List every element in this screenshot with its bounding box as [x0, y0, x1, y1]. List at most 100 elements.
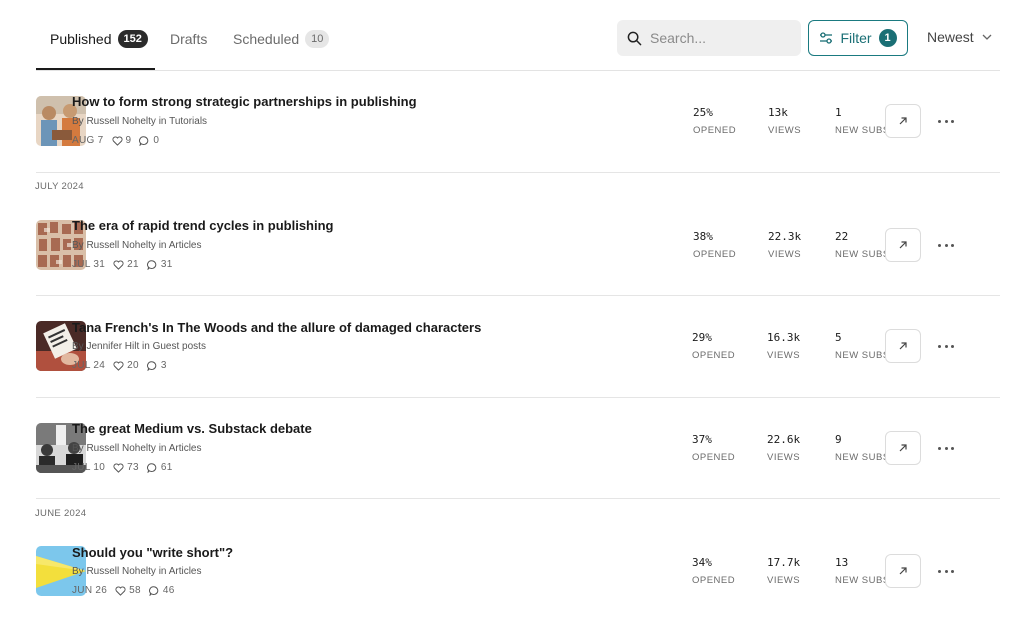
tab-drafts-label: Drafts — [170, 31, 208, 47]
more-options-button[interactable] — [938, 240, 954, 250]
like-count: 20 — [127, 360, 139, 371]
views-count: 13k — [768, 106, 788, 119]
open-post-button[interactable] — [885, 104, 921, 138]
views-label: VIEWS — [768, 125, 802, 136]
search-input[interactable] — [650, 30, 790, 46]
post-meta: JUL 31 21 31 — [72, 259, 173, 270]
post-title[interactable]: The era of rapid trend cycles in publish… — [72, 218, 334, 233]
filter-count-badge: 1 — [878, 29, 897, 47]
tab-scheduled-count: 10 — [305, 30, 330, 48]
opened-label: OPENED — [692, 575, 736, 586]
tab-drafts[interactable]: Drafts — [170, 29, 207, 49]
posts-toolbar: Published 152 Drafts Scheduled 10 Filter… — [36, 0, 1000, 71]
opened-label: OPENED — [692, 350, 736, 361]
post-byline: By Russell Nohelty in Articles — [72, 566, 202, 577]
post-title[interactable]: How to form strong strategic partnership… — [72, 94, 417, 109]
post-title[interactable]: Tana French's In The Woods and the allur… — [72, 320, 481, 335]
views-count: 17.7k — [767, 556, 801, 569]
divider — [36, 172, 1000, 173]
views-label: VIEWS — [767, 452, 801, 463]
views-count: 22.6k — [767, 433, 801, 446]
comment-icon — [139, 135, 149, 146]
new-subs-count: 13 — [835, 556, 849, 569]
post-date: JUL 24 — [72, 360, 106, 371]
arrow-up-right-icon — [899, 117, 907, 125]
group-label-july-2024: JULY 2024 — [35, 181, 84, 192]
tab-scheduled[interactable]: Scheduled 10 — [233, 29, 330, 49]
new-subs-count: 1 — [835, 106, 842, 119]
arrow-up-right-icon — [899, 567, 907, 575]
arrow-up-right-icon — [899, 342, 907, 350]
opened-label: OPENED — [693, 249, 737, 260]
heart-icon — [115, 585, 126, 596]
more-options-button[interactable] — [938, 566, 954, 576]
heart-icon — [113, 259, 124, 270]
divider — [36, 397, 1000, 398]
more-options-button[interactable] — [938, 443, 954, 453]
sort-dropdown[interactable]: Newest — [927, 29, 992, 45]
comment-icon — [146, 360, 157, 371]
opened-label: OPENED — [693, 125, 737, 136]
sort-label: Newest — [927, 29, 974, 45]
views-label: VIEWS — [767, 350, 801, 361]
post-date: JUL 10 — [72, 462, 106, 473]
post-title[interactable]: The great Medium vs. Substack debate — [72, 421, 312, 436]
new-subs-label: NEW SUBS — [835, 249, 890, 260]
like-count: 58 — [129, 585, 141, 596]
filter-button[interactable]: Filter 1 — [808, 20, 908, 56]
tab-published-count: 152 — [117, 30, 148, 48]
post-byline: By Russell Nohelty in Articles — [72, 240, 202, 251]
new-subs-label: NEW SUBS — [835, 575, 890, 586]
post-date: JUN 26 — [72, 585, 108, 596]
post-meta: JUL 24 20 3 — [72, 360, 167, 371]
post-byline: By Russell Nohelty in Articles — [72, 443, 202, 454]
more-options-button[interactable] — [938, 341, 954, 351]
like-count: 73 — [127, 462, 139, 473]
arrow-up-right-icon — [899, 241, 907, 249]
like-count: 9 — [125, 135, 132, 146]
open-post-button[interactable] — [885, 329, 921, 363]
open-post-button[interactable] — [885, 228, 921, 262]
views-label: VIEWS — [767, 575, 801, 586]
new-subs-count: 5 — [835, 331, 842, 344]
new-subs-count: 22 — [835, 230, 849, 243]
sliders-icon — [820, 32, 833, 44]
opened-rate: 37% — [692, 433, 712, 446]
like-count: 21 — [127, 259, 139, 270]
comment-count: 46 — [162, 585, 175, 596]
filter-label: Filter — [840, 30, 872, 46]
post-meta: JUL 10 73 61 — [72, 462, 173, 473]
new-subs-label: NEW SUBS — [835, 452, 890, 463]
comment-count: 3 — [160, 360, 167, 371]
comment-count: 61 — [160, 462, 173, 473]
tab-published[interactable]: Published 152 — [50, 29, 148, 49]
opened-rate: 29% — [692, 331, 712, 344]
comment-count: 0 — [153, 135, 160, 146]
chevron-down-icon — [982, 34, 992, 40]
comment-icon — [146, 462, 157, 473]
tab-published-label: Published — [50, 31, 112, 47]
post-date: JUL 31 — [72, 259, 106, 270]
post-meta: JUN 26 58 46 — [72, 585, 175, 596]
new-subs-label: NEW SUBS — [835, 125, 890, 136]
opened-label: OPENED — [692, 452, 736, 463]
comment-icon — [148, 585, 159, 596]
heart-icon — [113, 462, 124, 473]
arrow-up-right-icon — [899, 444, 907, 452]
divider — [36, 498, 1000, 499]
post-meta: AUG 7 9 0 — [72, 135, 159, 146]
views-label: VIEWS — [768, 249, 802, 260]
post-byline: By Russell Nohelty in Tutorials — [72, 116, 208, 127]
open-post-button[interactable] — [885, 431, 921, 465]
divider — [36, 295, 1000, 296]
views-count: 22.3k — [768, 230, 802, 243]
search-icon — [627, 31, 642, 45]
comment-count: 31 — [160, 259, 173, 270]
search-box[interactable] — [617, 20, 801, 56]
open-post-button[interactable] — [885, 554, 921, 588]
heart-icon — [111, 135, 123, 146]
comment-icon — [146, 259, 157, 270]
opened-rate: 34% — [692, 556, 712, 569]
post-title[interactable]: Should you "write short"? — [72, 545, 233, 560]
more-options-button[interactable] — [938, 116, 954, 126]
